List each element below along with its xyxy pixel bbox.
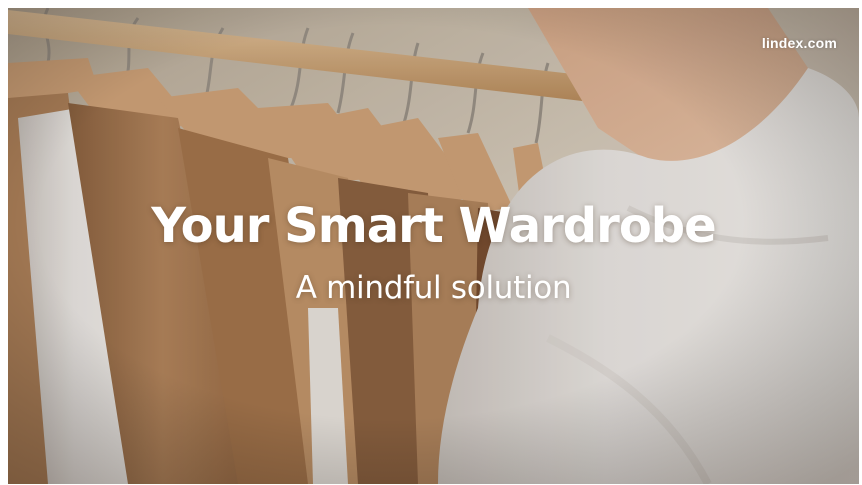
hero-headline: Your Smart Wardrobe — [151, 198, 716, 254]
hero-subheadline: A mindful solution — [295, 270, 572, 306]
hero-video-frame: lindex.com Your Smart Wardrobe A mindful… — [8, 8, 859, 484]
brand-watermark: lindex.com — [761, 35, 837, 51]
